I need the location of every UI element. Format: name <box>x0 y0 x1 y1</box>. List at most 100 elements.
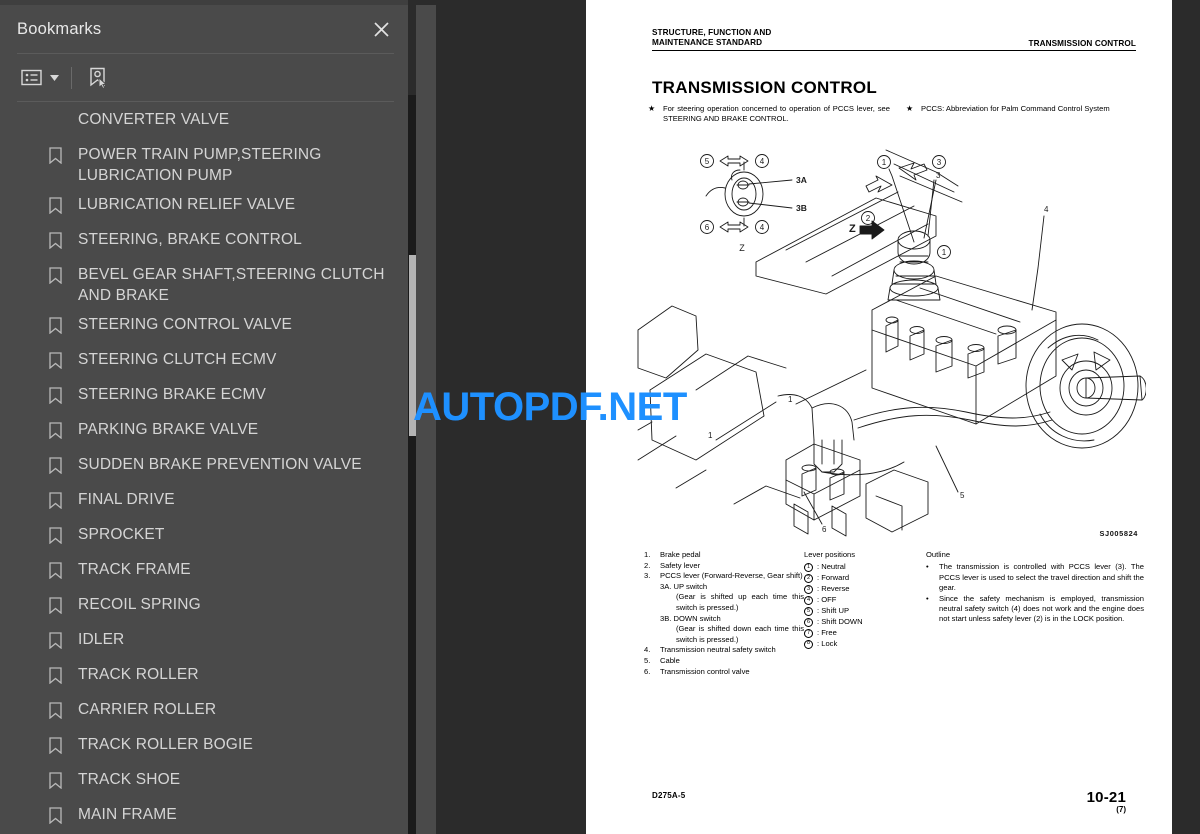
bookmark-item-label: FINAL DRIVE <box>78 491 175 508</box>
svg-text:1: 1 <box>882 158 887 167</box>
bookmark-item[interactable]: IDLER <box>0 625 408 660</box>
page-title: Bookmarks <box>17 19 102 38</box>
legend-row-number: 3. <box>644 571 651 581</box>
legend-row-text: 3B. DOWN switch <box>660 613 721 623</box>
star-icon: ★ <box>906 104 914 113</box>
bookmark-item[interactable]: STEERING CONTROL VALVE <box>0 310 408 345</box>
legend-row-text: Transmission control valve <box>660 666 750 676</box>
svg-text:3: 3 <box>936 171 941 180</box>
bookmark-icon <box>49 457 62 474</box>
legend-number-list: 1. Brake pedal 2. Safety lever 3. PCCS lever … <box>644 550 804 677</box>
bookmark-item[interactable]: TRACK SHOE <box>0 765 408 800</box>
bookmark-item-label: STEERING, BRAKE CONTROL <box>78 231 302 248</box>
legend-row-text: 3A. UP switch <box>660 581 708 591</box>
bookmark-item-label: STEERING CONTROL VALVE <box>78 316 293 333</box>
bookmark-icon <box>49 772 62 789</box>
lever-position-label: : Shift UP <box>817 606 850 616</box>
bookmark-item-label: STEERING CLUTCH ECMV <box>78 351 277 368</box>
circled-number-icon: 1 <box>804 563 813 573</box>
outline-item: • The transmission is controlled with PC… <box>926 562 1144 593</box>
legend-row: 3. PCCS lever (Forward-Reverse, Gear shif… <box>644 571 804 582</box>
lever-position-label: : Shift DOWN <box>817 616 863 626</box>
lever-position-row: 3: Reverse <box>804 584 926 595</box>
figure-legend: 1. Brake pedal 2. Safety lever 3. PCCS lever … <box>644 550 1144 677</box>
footer-page-number: 10-21 <box>1086 789 1126 806</box>
svg-text:6: 6 <box>822 525 827 534</box>
circled-number-icon: 2 <box>804 574 813 584</box>
legend-row: 3A. UP switch <box>644 582 804 593</box>
legend-row-number: 6. <box>644 666 651 676</box>
lever-position-row: 5 : Shift UP <box>804 606 926 617</box>
bookmark-item[interactable]: SUDDEN BRAKE PREVENTION VALVE <box>0 450 408 485</box>
legend-row-text: Cable <box>660 655 680 665</box>
legend-row: 1. Brake pedal <box>644 550 804 561</box>
legend-row-text: Safety lever <box>660 560 701 570</box>
bookmark-item[interactable]: RECOIL SPRING <box>0 590 408 625</box>
bookmark-item-label: TRACK ROLLER BOGIE <box>78 736 253 753</box>
bookmark-item[interactable]: SPROCKET <box>0 520 408 555</box>
svg-text:3A: 3A <box>796 175 807 185</box>
running-head: STRUCTURE, FUNCTION AND MAINTENANCE STAN… <box>652 28 1136 51</box>
svg-text:2: 2 <box>866 214 871 223</box>
lever-positions-block: Lever positions 1 : Neutral 2 : Forward 3: R… <box>804 550 926 677</box>
bookmark-icon <box>49 197 62 214</box>
legend-row-number: 2. <box>644 560 651 570</box>
lever-position-label: : Neutral <box>817 562 846 572</box>
chevron-down-icon[interactable] <box>46 63 62 93</box>
svg-text:5: 5 <box>960 491 965 500</box>
lever-positions-title: Lever positions <box>804 550 856 559</box>
bookmark-item-label: SUDDEN BRAKE PREVENTION VALVE <box>78 456 362 473</box>
svg-text:3: 3 <box>937 158 942 167</box>
legend-row-text: PCCS lever (Forward-Reverse, Gear shift) <box>660 571 803 581</box>
bookmark-item[interactable]: STEERING, BRAKE CONTROL <box>0 225 408 260</box>
sidebar-scrollbar-track[interactable] <box>408 95 416 834</box>
bookmarks-panel: Bookmarks CONVERTER VALVE POWER TRAIN PU… <box>0 0 408 834</box>
outline-title: Outline <box>926 550 951 559</box>
bookmark-item-label: PARKING BRAKE VALVE <box>78 421 259 438</box>
bookmark-item-label: POWER TRAIN PUMP,STEERING LUBRICATION PU… <box>78 146 322 184</box>
lever-position-label: : Forward <box>817 573 850 583</box>
bookmark-item[interactable]: PARKING BRAKE VALVE <box>0 415 408 450</box>
bookmark-item-label: STEERING BRAKE ECMV <box>78 386 267 403</box>
bookmark-icon <box>49 667 62 684</box>
bookmark-item[interactable]: STEERING BRAKE ECMV <box>0 380 408 415</box>
bookmarks-toolbar <box>0 54 408 101</box>
footer-page-sub: (7) <box>1116 805 1126 814</box>
footer-page-block: 10-21 (7) <box>1087 789 1126 814</box>
bullet-icon: • <box>926 562 929 572</box>
bookmark-icon <box>49 702 62 719</box>
bookmark-item[interactable]: CONVERTER VALVE <box>0 105 408 140</box>
circled-number-icon: 5 <box>804 606 813 616</box>
bookmark-icon <box>49 317 62 334</box>
bookmark-item[interactable]: POWER TRAIN PUMP,STEERING LUBRICATION PU… <box>0 140 408 190</box>
bookmark-icon <box>49 232 62 249</box>
svg-text:1: 1 <box>942 248 947 257</box>
bookmark-item[interactable]: LUBRICATION RELIEF VALVE <box>0 190 408 225</box>
lever-position-label: : Reverse <box>817 584 850 594</box>
bookmark-item[interactable]: STEERING CLUTCH ECMV <box>0 345 408 380</box>
lever-position-row: 7: Free <box>804 628 926 639</box>
bookmark-icon <box>49 267 62 284</box>
bookmark-item[interactable]: TRACK ROLLER BOGIE <box>0 730 408 765</box>
bookmark-item[interactable]: TRACK FRAME <box>0 555 408 590</box>
bookmark-item-label: BEVEL GEAR SHAFT,STEERING CLUTCH AND BRA… <box>78 266 385 304</box>
svg-text:6: 6 <box>705 223 710 232</box>
bookmark-icon <box>49 147 62 164</box>
bookmark-item-label: CONVERTER VALVE <box>78 111 230 128</box>
close-icon[interactable] <box>368 16 394 42</box>
bookmark-item[interactable]: FINAL DRIVE <box>0 485 408 520</box>
find-bookmark-icon[interactable] <box>83 63 113 93</box>
legend-row-number: 5. <box>644 655 651 665</box>
technical-illustration: 5 4 6 4 3A 3B Z 1 3 2 Z 1 1 1 3 4 6 5 SJ… <box>636 140 1146 540</box>
star-note: ★ PCCS: Abbreviation for Palm Command Co… <box>906 104 1148 123</box>
bookmark-item[interactable]: MAIN FRAME <box>0 800 408 834</box>
bookmark-list[interactable]: CONVERTER VALVE POWER TRAIN PUMP,STEERING… <box>0 102 408 834</box>
legend-row-text: (Gear is shifted down each time this swi… <box>676 624 804 644</box>
svg-text:1: 1 <box>788 395 793 404</box>
bookmark-item[interactable]: TRACK ROLLER <box>0 660 408 695</box>
bookmark-item[interactable]: BEVEL GEAR SHAFT,STEERING CLUTCH AND BRA… <box>0 260 408 310</box>
list-options-icon[interactable] <box>16 63 46 93</box>
outline-item: • Since the safety mechanism is employed… <box>926 594 1144 625</box>
bookmark-item-label: TRACK ROLLER <box>78 666 199 683</box>
bookmark-item[interactable]: CARRIER ROLLER <box>0 695 408 730</box>
